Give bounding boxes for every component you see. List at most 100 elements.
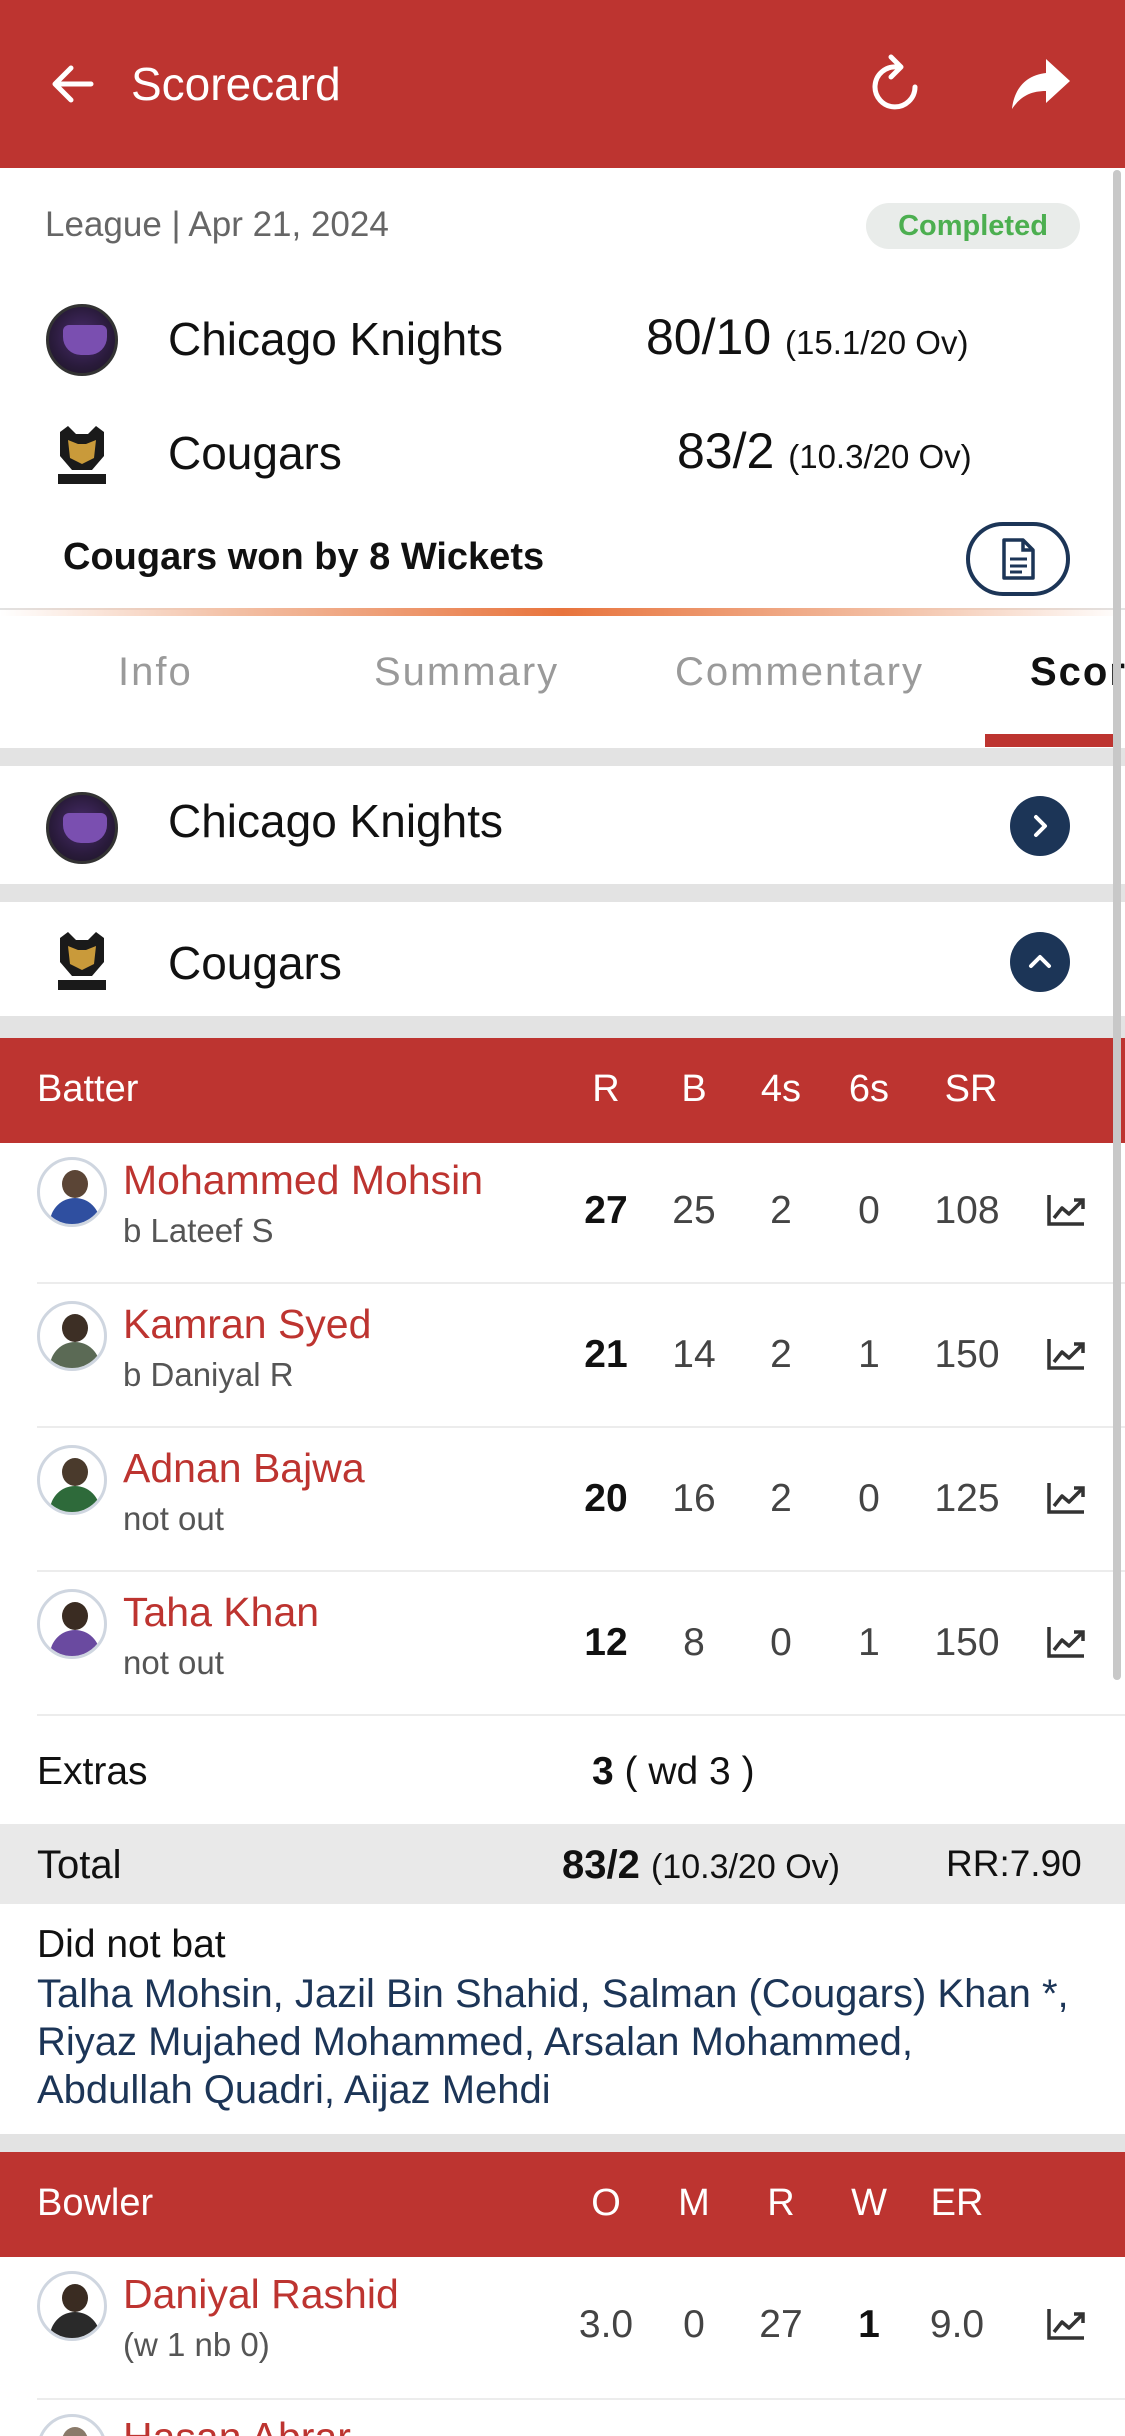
col-wickets: W xyxy=(851,2182,887,2224)
share-button[interactable] xyxy=(1005,50,1077,118)
tab-summary[interactable]: Summary xyxy=(374,650,559,695)
bowler-economy: 9.0 xyxy=(929,2303,985,2346)
col-batter: Batter xyxy=(37,1068,139,1110)
team-score-row: Chicago Knights 80/10 (15.1/20 Ov) xyxy=(0,290,1125,390)
batter-balls: 16 xyxy=(672,1477,716,1520)
batter-strike-rate: 108 xyxy=(934,1189,1000,1232)
bowler-name[interactable]: Hasan Abrar xyxy=(123,2414,351,2436)
extras-label: Extras xyxy=(37,1750,148,1793)
chicago-knights-logo xyxy=(46,792,118,864)
score-overs: (10.3/20 Ov) xyxy=(788,438,972,475)
active-tab-indicator xyxy=(985,734,1121,747)
total-value: 83/2 (10.3/20 Ov) xyxy=(562,1843,840,1888)
tab-info[interactable]: Info xyxy=(118,650,193,695)
match-meta: League | Apr 21, 2024 xyxy=(45,205,389,244)
col-strike-rate: SR xyxy=(944,1068,998,1110)
section-gap xyxy=(0,884,1125,902)
team-score: 80/10 (15.1/20 Ov) xyxy=(646,308,968,366)
col-bowler: Bowler xyxy=(37,2182,154,2224)
arrow-left-icon xyxy=(52,65,94,103)
dismissal-text: not out xyxy=(123,1500,224,1537)
row-divider xyxy=(37,1570,1125,1572)
batter-balls: 25 xyxy=(672,1189,716,1232)
did-not-bat-list: Talha Mohsin, Jazil Bin Shahid, Salman (… xyxy=(37,1972,1069,2112)
bowler-detail: (w 1 nb 0) xyxy=(123,2326,270,2363)
total-overs: (10.3/20 Ov) xyxy=(650,1848,840,1886)
batter-fours: 0 xyxy=(770,1621,792,1664)
batter-sixes: 1 xyxy=(858,1621,880,1664)
dismissal-text: not out xyxy=(123,1644,224,1681)
chevron-up-icon xyxy=(1029,955,1051,968)
avatar xyxy=(37,1157,107,1227)
score-runs: 80/10 xyxy=(646,309,772,365)
tab-scorecard[interactable]: Scorecard xyxy=(1030,650,1125,695)
batter-row[interactable]: Adnan Bajwa not out 20 16 2 0 125 xyxy=(0,1431,1125,1575)
refresh-button[interactable] xyxy=(862,50,930,118)
cougars-logo xyxy=(46,418,118,490)
refresh-icon xyxy=(872,54,918,110)
batter-balls: 14 xyxy=(672,1333,716,1376)
batter-runs: 20 xyxy=(584,1477,628,1520)
did-not-bat-label: Did not bat xyxy=(37,1923,226,1966)
trend-chart-icon[interactable] xyxy=(1046,1193,1086,1227)
page-title: Scorecard xyxy=(131,58,341,110)
trend-chart-icon[interactable] xyxy=(1046,1481,1086,1515)
trend-chart-icon[interactable] xyxy=(1046,2307,1086,2341)
batter-sixes: 0 xyxy=(858,1189,880,1232)
team-name: Cougars xyxy=(168,427,342,479)
team-score: 83/2 (10.3/20 Ov) xyxy=(677,422,972,480)
scorecard-screen: Scorecard League | Apr 21, 2024 Complete… xyxy=(0,0,1125,2436)
bowler-row[interactable]: Daniyal Rashid (w 1 nb 0) 3.0 0 27 1 9.0 xyxy=(0,2257,1125,2401)
batter-row[interactable]: Kamran Syed b Daniyal R 21 14 2 1 150 xyxy=(0,1287,1125,1431)
bowling-table-header: Bowler O M R W ER xyxy=(0,2152,1125,2257)
col-overs: O xyxy=(591,2182,621,2224)
row-divider xyxy=(37,1426,1125,1428)
innings-row-chicago-knights[interactable]: Chicago Knights xyxy=(0,766,1125,884)
bowler-row[interactable]: Hasan Abrar xyxy=(0,2402,1125,2436)
bowler-overs: 3.0 xyxy=(578,2303,634,2346)
batter-name[interactable]: Mohammed Mohsin xyxy=(123,1157,483,1204)
batter-row[interactable]: Mohammed Mohsin b Lateef S 27 25 2 0 108 xyxy=(0,1143,1125,1287)
team-name: Chicago Knights xyxy=(168,313,503,365)
tab-commentary[interactable]: Commentary xyxy=(675,650,924,695)
divider-accent xyxy=(0,608,1125,616)
trend-chart-icon[interactable] xyxy=(1046,1625,1086,1659)
row-divider xyxy=(37,2398,1125,2400)
tab-bar: Info Summary Commentary Scorecard xyxy=(0,620,1125,750)
batter-strike-rate: 125 xyxy=(934,1477,1000,1520)
total-score: 83/2 xyxy=(562,1843,640,1887)
col-sixes: 6s xyxy=(848,1068,890,1110)
expand-button[interactable] xyxy=(1010,796,1070,856)
batter-strike-rate: 150 xyxy=(934,1333,1000,1376)
team-score-row: Cougars 83/2 (10.3/20 Ov) xyxy=(0,404,1125,504)
run-rate: RR:7.90 xyxy=(946,1843,1082,1884)
batter-sixes: 1 xyxy=(858,1333,880,1376)
bowler-name[interactable]: Daniyal Rashid xyxy=(123,2271,399,2318)
avatar xyxy=(37,1589,107,1659)
section-gap xyxy=(0,748,1125,766)
share-icon xyxy=(1012,59,1070,109)
extras-detail: ( wd 3 ) xyxy=(624,1750,755,1793)
innings-team-name: Chicago Knights xyxy=(168,795,503,847)
col-runs: R xyxy=(592,1068,620,1110)
batter-name[interactable]: Adnan Bajwa xyxy=(123,1445,365,1492)
innings-row-cougars[interactable]: Cougars xyxy=(0,902,1125,1016)
batter-balls: 8 xyxy=(683,1621,705,1664)
match-result: Cougars won by 8 Wickets xyxy=(63,536,545,578)
back-button[interactable] xyxy=(40,52,104,116)
avatar xyxy=(37,2414,107,2436)
chevron-right-icon xyxy=(1034,815,1047,837)
batter-runs: 27 xyxy=(584,1189,628,1232)
collapse-button[interactable] xyxy=(1010,932,1070,992)
batting-table-header: Batter R B 4s 6s SR xyxy=(0,1038,1125,1143)
batter-runs: 21 xyxy=(584,1333,628,1376)
trend-chart-icon[interactable] xyxy=(1046,1337,1086,1371)
batter-name[interactable]: Kamran Syed xyxy=(123,1301,371,1348)
document-button[interactable] xyxy=(966,522,1070,596)
batter-row[interactable]: Taha Khan not out 12 8 0 1 150 xyxy=(0,1575,1125,1719)
batter-sixes: 0 xyxy=(858,1477,880,1520)
batter-name[interactable]: Taha Khan xyxy=(123,1589,319,1636)
scrollbar[interactable] xyxy=(1113,170,1121,1680)
avatar xyxy=(37,1301,107,1371)
avatar xyxy=(37,2271,107,2341)
